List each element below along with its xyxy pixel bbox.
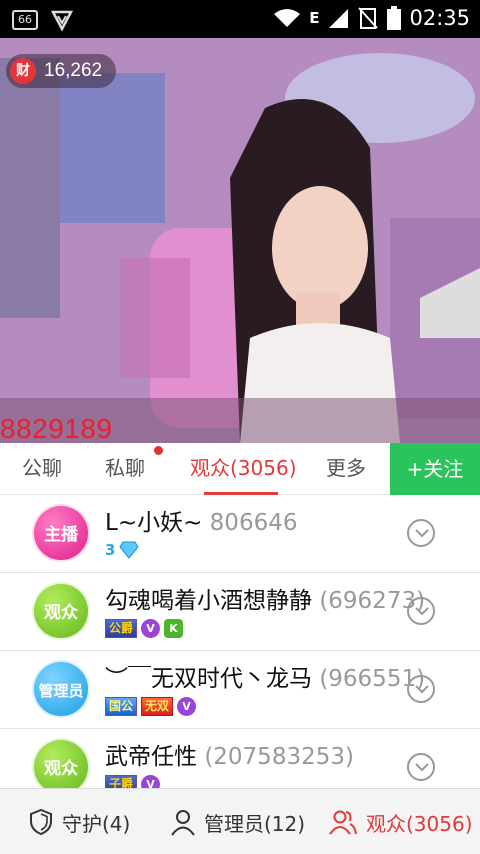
shield-icon xyxy=(30,808,52,836)
user-name: 武帝任性 (207583253) xyxy=(105,737,354,771)
user-badges: 公爵 V K xyxy=(105,619,184,638)
bottom-bar: 守护(4) 管理员(12) 观众(3056) xyxy=(0,788,480,854)
status-bar: 66 E 02:35 xyxy=(0,0,480,38)
stream-scene xyxy=(0,38,480,443)
person-icon xyxy=(171,810,195,836)
list-item[interactable]: 观众 武帝任性 (207583253) 子爵 V xyxy=(0,729,480,788)
user-name: 勾魂喝着小酒想静静 (696273) xyxy=(105,581,425,615)
signal-icon xyxy=(329,9,349,28)
admins-label: 管理员(12) xyxy=(204,811,306,836)
expand-button[interactable] xyxy=(407,753,435,781)
chevron-down-icon xyxy=(415,763,429,772)
user-nickname: 武帝任性 xyxy=(105,744,197,770)
tab-public-chat[interactable]: 公聊 xyxy=(22,443,62,495)
user-badges: 3 xyxy=(105,541,140,559)
user-nickname: ︶￣无双时代丶龙马 xyxy=(105,666,312,692)
role-badge-audience: 观众 xyxy=(32,582,90,640)
tab-private-chat[interactable]: 私聊 xyxy=(105,443,145,495)
k-badge: K xyxy=(164,619,184,638)
list-item[interactable]: 观众 勾魂喝着小酒想静静 (696273) 公爵 V K xyxy=(0,573,480,651)
no-sim-icon xyxy=(358,7,379,29)
unread-dot xyxy=(154,446,163,455)
shield-v-icon xyxy=(50,10,74,32)
chevron-down-icon xyxy=(415,685,429,694)
expand-button[interactable] xyxy=(407,675,435,703)
audience-label: 观众(3056) xyxy=(366,811,473,836)
expand-button[interactable] xyxy=(407,519,435,547)
role-badge-admin: 管理员 xyxy=(32,660,90,718)
wifi-icon xyxy=(274,9,301,27)
user-name: L~小妖~ 806646 xyxy=(105,503,297,537)
wealth-counter[interactable]: 财 16,262 xyxy=(6,54,117,88)
vip-badge: V xyxy=(177,697,197,716)
rank-badge-secondary: 无双 xyxy=(141,697,174,716)
notification-badge: 66 xyxy=(12,10,38,30)
rank-badge: 公爵 xyxy=(105,619,138,638)
follow-button[interactable]: +关注 xyxy=(390,443,480,495)
vip-badge: V xyxy=(141,775,161,788)
chevron-down-icon xyxy=(415,607,429,616)
battery-icon xyxy=(387,6,402,30)
user-badges: 子爵 V xyxy=(105,775,161,788)
wealth-value: 16,262 xyxy=(44,60,103,81)
list-item[interactable]: 管理员 ︶￣无双时代丶龙马 (966551) 国公 无双 V xyxy=(0,651,480,729)
vip-badge: V xyxy=(141,619,161,638)
role-badge-anchor: 主播 xyxy=(32,504,90,562)
clock: 02:35 xyxy=(409,6,470,30)
list-item[interactable]: 主播 L~小妖~ 806646 3 xyxy=(0,495,480,573)
wealth-icon: 财 xyxy=(10,58,36,84)
room-id: 8829189 xyxy=(0,413,113,443)
user-name: ︶￣无双时代丶龙马 (966551) xyxy=(105,659,425,693)
user-id: (207583253) xyxy=(204,744,354,770)
diamond-icon xyxy=(119,541,140,559)
user-nickname: L~小妖~ xyxy=(105,510,203,536)
guard-label: 守护(4) xyxy=(62,811,131,836)
rank-badge: 子爵 xyxy=(105,775,138,788)
tab-more[interactable]: 更多 xyxy=(326,443,366,495)
admins-tab[interactable]: 管理员(12) xyxy=(170,789,305,854)
user-badges: 国公 无双 V xyxy=(105,697,197,716)
audience-tab[interactable]: 观众(3056) xyxy=(328,789,473,854)
tab-audience[interactable]: 观众(3056) xyxy=(190,443,297,495)
user-id: 806646 xyxy=(209,510,298,536)
expand-button[interactable] xyxy=(407,597,435,625)
level-number: 3 xyxy=(105,541,116,559)
chevron-down-icon xyxy=(415,529,429,538)
live-video[interactable]: 财 16,262 8829189 xyxy=(0,38,480,443)
audience-list[interactable]: 主播 L~小妖~ 806646 3 观众 勾魂喝着小酒想静静 (696273) … xyxy=(0,495,480,788)
user-nickname: 勾魂喝着小酒想静静 xyxy=(105,588,312,614)
rank-badge: 国公 xyxy=(105,697,138,716)
guard-tab[interactable]: 守护(4) xyxy=(28,789,130,854)
network-type: E xyxy=(309,9,320,27)
people-icon xyxy=(329,810,357,835)
role-badge-audience: 观众 xyxy=(32,738,90,788)
